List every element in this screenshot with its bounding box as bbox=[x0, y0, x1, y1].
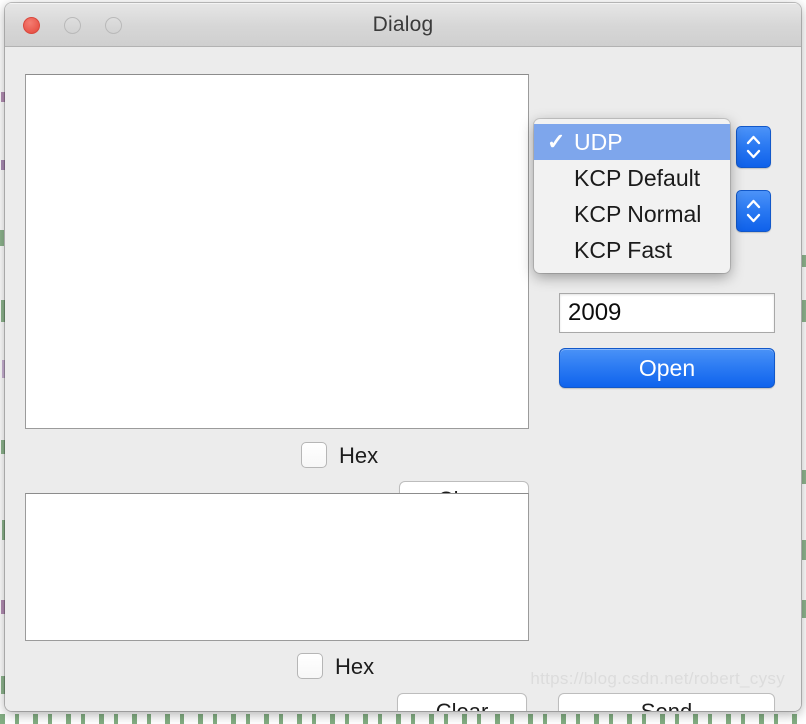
send-clear-button[interactable]: Clear bbox=[397, 693, 527, 711]
dropdown-item-kcp-fast[interactable]: KCP Fast bbox=[534, 232, 730, 268]
dropdown-item-label: KCP Default bbox=[574, 165, 701, 191]
background-fleck bbox=[802, 300, 806, 322]
dialog-window: Dialog Hex Clear Hex Clear Send rt 2009 … bbox=[5, 3, 801, 711]
window-title: Dialog bbox=[372, 13, 434, 36]
protocol-dropdown-menu[interactable]: ✓ UDP KCP Default KCP Normal KCP Fast bbox=[534, 119, 730, 273]
dropdown-item-label: KCP Fast bbox=[574, 237, 672, 263]
dropdown-item-label: KCP Normal bbox=[574, 201, 702, 227]
background-fleck bbox=[802, 470, 806, 484]
open-button[interactable]: Open bbox=[559, 348, 775, 388]
stepper-chevrons-icon bbox=[746, 135, 761, 159]
dropdown-item-kcp-default[interactable]: KCP Default bbox=[534, 160, 730, 196]
checkmark-icon: ✓ bbox=[547, 129, 566, 154]
protocol-stepper[interactable] bbox=[736, 126, 771, 168]
watermark-text: https://blog.csdn.net/robert_cysy bbox=[530, 669, 785, 688]
stepper-chevrons-icon bbox=[746, 199, 761, 223]
background-strip bbox=[0, 720, 806, 724]
port-input[interactable]: 2009 bbox=[559, 293, 775, 333]
send-hex-checkbox[interactable] bbox=[297, 653, 323, 679]
dialog-content: Hex Clear Hex Clear Send rt 2009 Open bbox=[5, 47, 801, 711]
dropdown-item-label: UDP bbox=[574, 129, 623, 155]
send-hex-label: Hex bbox=[335, 654, 375, 679]
background-fleck bbox=[802, 600, 806, 618]
send-button[interactable]: Send bbox=[558, 693, 775, 711]
receive-hex-checkbox[interactable] bbox=[301, 442, 327, 468]
background-fleck bbox=[802, 540, 806, 560]
dropdown-item-udp[interactable]: ✓ UDP bbox=[534, 124, 730, 160]
title-bar: Dialog bbox=[5, 3, 801, 47]
dropdown-item-kcp-normal[interactable]: KCP Normal bbox=[534, 196, 730, 232]
background-fleck bbox=[0, 230, 4, 246]
send-textarea[interactable] bbox=[25, 493, 529, 641]
receive-textarea[interactable] bbox=[25, 74, 529, 429]
host-stepper[interactable] bbox=[736, 190, 771, 232]
background-fleck bbox=[802, 255, 806, 267]
receive-hex-label: Hex bbox=[339, 443, 379, 468]
